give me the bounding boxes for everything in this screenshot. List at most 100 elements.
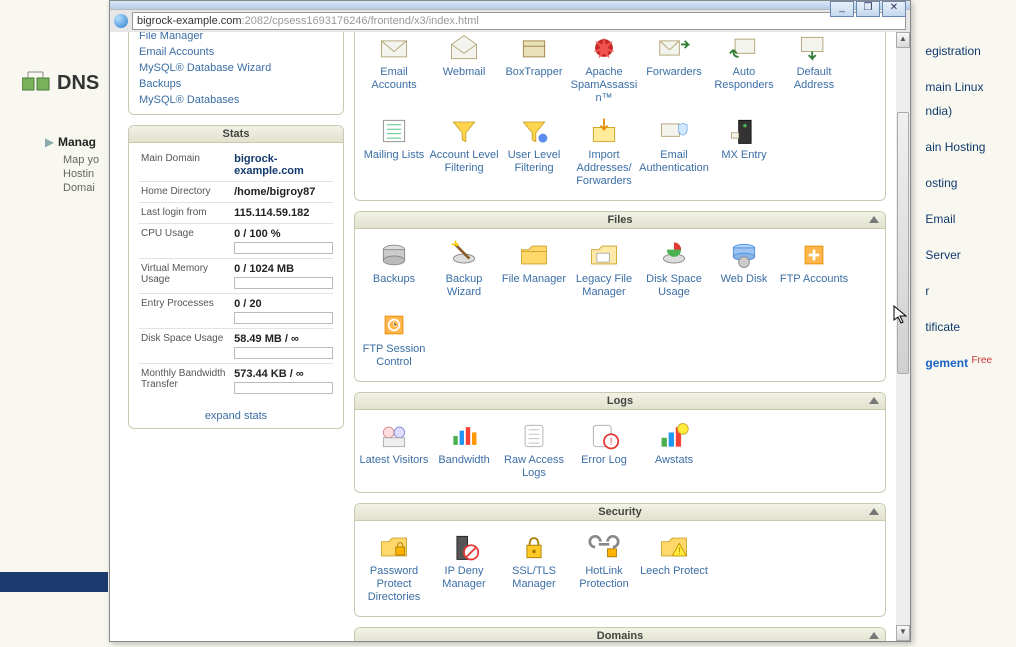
freq-link[interactable]: Backups xyxy=(139,78,181,90)
icon-label: HotLink Protection xyxy=(569,565,639,591)
stats-panel: Stats Main Domainbigrock-example.comHome… xyxy=(128,125,344,429)
bandwidth[interactable]: Bandwidth xyxy=(429,416,499,486)
leech[interactable]: !Leech Protect xyxy=(639,527,709,610)
icon-label: Auto Responders xyxy=(709,66,779,92)
section-files: Files BackupsBackup WizardFile ManagerLeg… xyxy=(354,211,886,382)
awstats[interactable]: Awstats xyxy=(639,416,709,486)
backups-icon xyxy=(374,239,414,271)
maximize-button[interactable]: ❐ xyxy=(856,1,880,17)
account-level-filtering[interactable]: Account Level Filtering xyxy=(429,111,499,194)
error-log[interactable]: !Error Log xyxy=(569,416,639,486)
scroll-thumb[interactable] xyxy=(897,112,909,374)
spamassassin[interactable]: Apache SpamAssassin™ xyxy=(569,32,639,111)
stats-panel-header[interactable]: Stats xyxy=(129,126,343,143)
mx-entry-icon xyxy=(724,115,764,147)
icon-label: Disk Space Usage xyxy=(639,273,709,299)
right-nav-management[interactable]: gement Free xyxy=(923,345,994,383)
right-nav-item[interactable]: r xyxy=(923,273,994,309)
password-protect-icon xyxy=(374,531,414,563)
import-addresses[interactable]: Import Addresses/ Forwarders xyxy=(569,111,639,194)
section-header[interactable]: Logs xyxy=(355,393,885,410)
mailing-lists[interactable]: Mailing Lists xyxy=(359,111,429,194)
right-nav-item[interactable]: egistration xyxy=(923,33,994,69)
right-nav-item[interactable]: main Linux ndia) xyxy=(923,69,994,129)
backup-wizard-icon xyxy=(444,239,484,271)
disk-space-usage[interactable]: Disk Space Usage xyxy=(639,235,709,305)
url-field[interactable]: bigrock-example.com:2082/cpsess169317624… xyxy=(132,12,906,30)
legacy-file-manager[interactable]: Legacy File Manager xyxy=(569,235,639,305)
ssl-tls[interactable]: SSL/TLS Manager xyxy=(499,527,569,610)
section-mail: MailEmail AccountsWebmailBoxTrapperApach… xyxy=(354,32,886,201)
section-header[interactable]: Domains xyxy=(355,628,885,641)
freq-link[interactable]: Email Accounts xyxy=(139,46,214,58)
backup-wizard[interactable]: Backup Wizard xyxy=(429,235,499,305)
disk-space-usage-icon xyxy=(654,239,694,271)
user-level-filtering[interactable]: User Level Filtering xyxy=(499,111,569,194)
default-address[interactable]: Default Address xyxy=(779,32,849,111)
icon-label: Backup Wizard xyxy=(429,273,499,299)
expand-stats-link[interactable]: expand stats xyxy=(129,404,343,428)
legacy-file-manager-icon xyxy=(584,239,624,271)
default-address-icon xyxy=(794,32,834,64)
ip-deny[interactable]: IP Deny Manager xyxy=(429,527,499,610)
icon-label: Password Protect Directories xyxy=(359,565,429,604)
forwarders-icon xyxy=(654,32,694,64)
collapse-icon xyxy=(869,397,879,404)
right-nav-item[interactable]: osting xyxy=(923,165,994,201)
icon-label: Mailing Lists xyxy=(359,149,429,162)
ftp-accounts[interactable]: FTP Accounts xyxy=(779,235,849,305)
email-authentication[interactable]: Email Authentication xyxy=(639,111,709,194)
account-level-filtering-icon xyxy=(444,115,484,147)
right-nav-item[interactable]: tificate xyxy=(923,309,994,345)
email-accounts[interactable]: Email Accounts xyxy=(359,32,429,111)
freq-link[interactable]: MySQL® Database Wizard xyxy=(139,62,271,74)
hotlink[interactable]: HotLink Protection xyxy=(569,527,639,610)
icon-label: File Manager xyxy=(499,273,569,286)
raw-access-logs[interactable]: Raw Access Logs xyxy=(499,416,569,486)
address-bar: bigrock-example.com:2082/cpsess169317624… xyxy=(110,9,910,33)
minimize-button[interactable]: _ xyxy=(830,1,854,17)
mx-entry[interactable]: MX Entry xyxy=(709,111,779,194)
scrollbar[interactable]: ▲ ▼ xyxy=(895,32,910,641)
boxtrapper-icon xyxy=(514,32,554,64)
right-nav-item[interactable]: Email xyxy=(923,201,994,237)
section-header[interactable]: Security xyxy=(355,504,885,521)
content-viewport: Frequently Accessed Areas File ManagerEm… xyxy=(110,32,896,641)
backups[interactable]: Backups xyxy=(359,235,429,305)
file-manager[interactable]: File Manager xyxy=(499,235,569,305)
password-protect[interactable]: Password Protect Directories xyxy=(359,527,429,610)
webmail[interactable]: Webmail xyxy=(429,32,499,111)
leech-icon: ! xyxy=(654,531,694,563)
icon-label: Latest Visitors xyxy=(359,454,429,467)
stat-value: 0 / 100 % xyxy=(232,224,333,259)
section-security: Security Password Protect DirectoriesIP D… xyxy=(354,503,886,617)
icon-label: IP Deny Manager xyxy=(429,565,499,591)
forwarders[interactable]: Forwarders xyxy=(639,32,709,111)
manage-link[interactable]: Manag xyxy=(45,135,96,149)
mailing-lists-icon xyxy=(374,115,414,147)
dns-icon xyxy=(22,70,50,92)
close-button[interactable]: ✕ xyxy=(882,1,906,17)
stat-label: Entry Processes xyxy=(139,294,232,329)
icon-label: FTP Accounts xyxy=(779,273,849,286)
error-log-icon: ! xyxy=(584,420,624,452)
ftp-session-control[interactable]: FTP Session Control xyxy=(359,305,429,375)
svg-text:!: ! xyxy=(678,546,680,556)
section-header[interactable]: Files xyxy=(355,212,885,229)
web-disk[interactable]: Web Disk xyxy=(709,235,779,305)
latest-visitors[interactable]: Latest Visitors xyxy=(359,416,429,486)
freq-link[interactable]: MySQL® Databases xyxy=(139,94,239,106)
stat-label: Monthly Bandwidth Transfer xyxy=(139,364,232,399)
freq-link[interactable]: File Manager xyxy=(139,32,203,42)
boxtrapper[interactable]: BoxTrapper xyxy=(499,32,569,111)
email-authentication-icon xyxy=(654,115,694,147)
right-nav-item[interactable]: ain Hosting xyxy=(923,129,994,165)
collapse-icon xyxy=(869,216,879,223)
icon-label: Legacy File Manager xyxy=(569,273,639,299)
stat-label: CPU Usage xyxy=(139,224,232,259)
right-nav-item[interactable]: Server xyxy=(923,237,994,273)
auto-responders[interactable]: Auto Responders xyxy=(709,32,779,111)
scroll-down-button[interactable]: ▼ xyxy=(896,625,910,641)
scroll-up-button[interactable]: ▲ xyxy=(896,32,910,48)
icon-label: MX Entry xyxy=(709,149,779,162)
